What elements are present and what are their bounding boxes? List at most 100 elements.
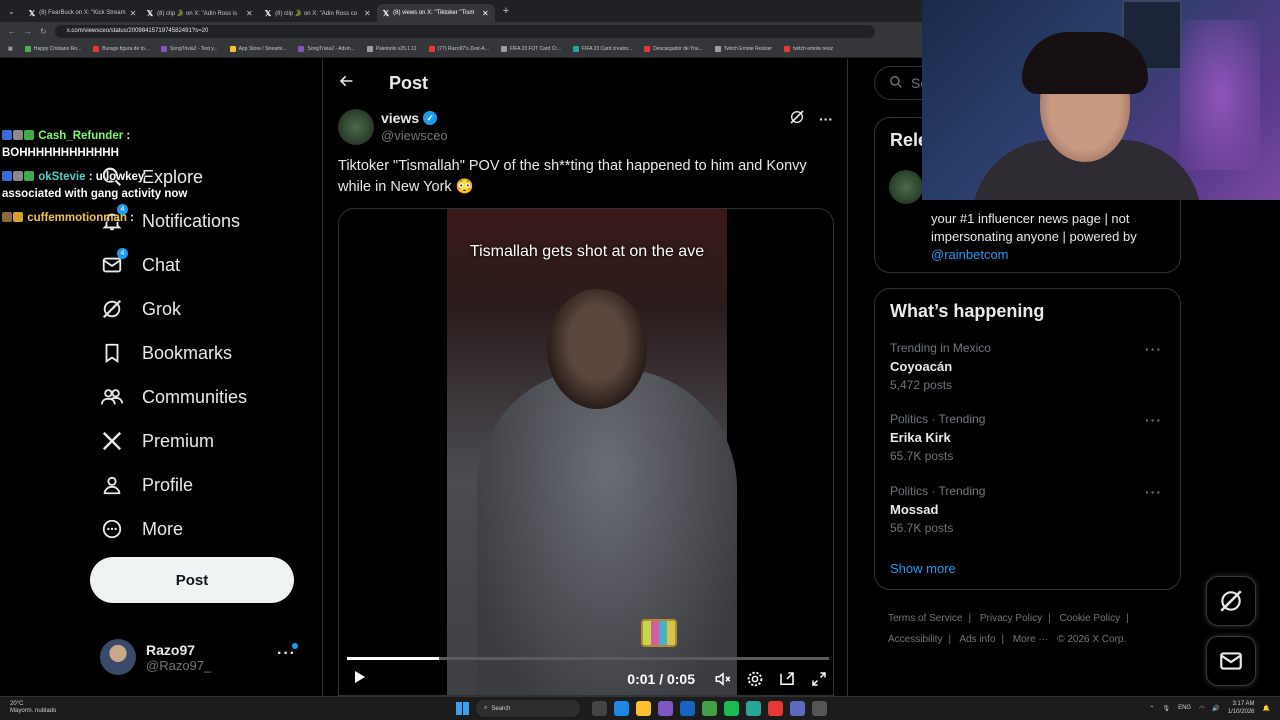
nav-label: Explore <box>142 166 204 187</box>
video-player[interactable]: Tismallah gets shot at on the ave 0:01 /… <box>338 208 834 696</box>
bookmark-item[interactable]: twitch emote resiz <box>784 45 834 52</box>
trend-name: Mossad <box>890 502 939 517</box>
post-button[interactable]: Post <box>90 557 294 603</box>
nav-profile[interactable]: Profile <box>100 465 193 505</box>
windows-taskbar: 20°C Mayorm. nublado ⌕ Search ⌃ 🎙 ENG ◠ … <box>0 696 1280 720</box>
bookmark-item[interactable]: Happy Cristiano Ro... <box>24 45 81 52</box>
wifi-icon[interactable]: ◠ <box>1199 705 1204 712</box>
microphone-icon[interactable]: 🎙 <box>1162 705 1170 712</box>
app-icon[interactable] <box>658 701 673 716</box>
footer-link[interactable]: Accessibility <box>888 634 942 645</box>
windows-start-icon[interactable] <box>456 702 469 715</box>
bookmark-item[interactable]: SongTrivia2 - Test y... <box>160 45 218 52</box>
more-horizontal-icon[interactable]: ··· <box>1145 412 1162 428</box>
nav-more[interactable]: More <box>100 509 183 549</box>
back-icon[interactable]: ← <box>8 27 16 36</box>
more-horizontal-icon[interactable]: ··· <box>1145 484 1162 500</box>
browser-tab-active[interactable]: 𝕏 (8) views on X: "Tiktoker "Tism ✕ <box>376 4 495 22</box>
bookmark-item[interactable]: SongTrivia2 - Advin... <box>298 45 355 52</box>
browser-tab[interactable]: 𝕏 (8) clip 🐊 on X: "Adin Ross co ✕ <box>259 4 377 22</box>
trend-item[interactable]: Politics · Trending Erika Kirk 65.7K pos… <box>890 412 1170 463</box>
whats-happening-card: What’s happening Trending in Mexico Coyo… <box>874 288 1181 590</box>
browser-tab[interactable]: 𝕏 (8) clip 🐊 on X: "Adin Ross is ✕ <box>141 4 259 22</box>
bookmark-item[interactable]: App Store / Streami... <box>229 45 286 52</box>
bookmark-item[interactable]: (77) Razo97's Zest-A... <box>428 45 489 52</box>
app-icon[interactable] <box>812 701 827 716</box>
language-indicator[interactable]: ENG <box>1178 705 1191 711</box>
more-horizontal-icon[interactable]: ··· <box>277 645 296 663</box>
trend-item[interactable]: Politics · Trending Mossad 56.7K posts ·… <box>890 484 1170 535</box>
author-handle[interactable]: @viewsceo <box>381 128 448 143</box>
chevron-up-icon[interactable]: ⌃ <box>1149 705 1154 712</box>
bookmark-label: twitch emote resiz <box>793 45 834 52</box>
nav-chat[interactable]: 4 Chat <box>100 245 180 285</box>
bookmark-item[interactable]: Burago figura de to... <box>93 45 149 52</box>
bookmark-item[interactable]: FIFA 23 FUT Card Cr... <box>500 45 561 52</box>
footer-link[interactable]: More ··· <box>1013 634 1049 645</box>
footer-link[interactable]: Privacy Policy <box>980 613 1042 624</box>
forward-icon[interactable]: → <box>24 27 32 36</box>
volume-icon[interactable]: 🔊 <box>1212 705 1219 712</box>
footer-link[interactable]: Terms of Service <box>888 613 962 624</box>
video-person-head <box>547 289 647 409</box>
more-horizontal-icon[interactable]: ··· <box>819 111 833 127</box>
whats-happening-title: What’s happening <box>890 301 1045 321</box>
close-tab-icon[interactable]: ✕ <box>364 9 371 18</box>
settings-gear-icon[interactable] <box>739 670 771 688</box>
tab-search-icon[interactable]: ⌄ <box>0 7 23 16</box>
bookmark-icon <box>100 341 124 365</box>
nav-bookmarks[interactable]: Bookmarks <box>100 333 232 373</box>
bookmark-item[interactable]: Paletools v25.1.11 <box>366 45 417 52</box>
trend-item[interactable]: Trending in Mexico Coyoacán 5,472 posts … <box>890 341 1170 392</box>
author-name-row[interactable]: views ✓ <box>381 110 438 126</box>
account-switcher[interactable]: Razo97 @Razo97_ ··· <box>100 637 310 677</box>
bookmark-item[interactable]: Descargador de You... <box>644 45 703 52</box>
author-avatar[interactable] <box>338 109 374 145</box>
close-tab-icon[interactable]: ✕ <box>130 9 137 18</box>
clock[interactable]: 3:17 AM 1/10/2026 <box>1228 700 1255 716</box>
weather-widget[interactable]: 20°C Mayorm. nublado <box>10 701 56 715</box>
new-tab-button[interactable]: + <box>495 5 517 17</box>
play-icon[interactable] <box>351 669 367 690</box>
grok-fab-button[interactable] <box>1206 576 1256 626</box>
footer-link[interactable]: Ads info <box>959 634 995 645</box>
grok-icon[interactable] <box>789 109 805 128</box>
app-icon[interactable] <box>746 701 761 716</box>
music-icon[interactable] <box>768 701 783 716</box>
footer-link[interactable]: Cookie Policy <box>1060 613 1121 624</box>
bookmark-label: SongTrivia2 - Advin... <box>307 45 355 52</box>
store-icon[interactable] <box>680 701 695 716</box>
taskbar-search[interactable]: ⌕ Search <box>476 700 580 717</box>
bookmark-item[interactable]: Twitch Emote Resizer <box>714 45 772 52</box>
chat-badge-icon <box>13 130 23 140</box>
relevant-bio-link[interactable]: @rainbetcom <box>931 247 1009 262</box>
back-arrow-icon[interactable] <box>339 73 359 94</box>
video-progress-bar[interactable] <box>347 657 829 660</box>
nav-grok[interactable]: Grok <box>100 289 181 329</box>
fullscreen-icon[interactable] <box>803 670 833 688</box>
edge-icon[interactable] <box>614 701 629 716</box>
picture-in-picture-icon[interactable] <box>771 670 803 688</box>
notifications-bell-icon[interactable]: 🔔 <box>1263 705 1270 712</box>
bookmark-item[interactable]: FIFA 23 Card creator... <box>572 45 632 52</box>
close-tab-icon[interactable]: ✕ <box>246 9 253 18</box>
post-text: Tiktoker "Tismallah" POV of the sh**ting… <box>338 158 807 195</box>
url-field[interactable]: x.com/viewsceo/status/200984157197458249… <box>54 24 875 38</box>
relevant-avatar[interactable] <box>889 170 923 204</box>
apps-grid-icon[interactable]: ▦ <box>8 46 13 52</box>
close-tab-icon[interactable]: ✕ <box>482 9 489 18</box>
browser-tab[interactable]: 𝕏 (8) FearBuck on X: "Kick Stream ✕ <box>23 4 141 22</box>
more-horizontal-icon[interactable]: ··· <box>1145 341 1162 357</box>
spotify-icon[interactable] <box>724 701 739 716</box>
trend-name: Coyoacán <box>890 359 953 374</box>
chrome-icon[interactable] <box>702 701 717 716</box>
mute-icon[interactable] <box>707 670 739 688</box>
task-view-icon[interactable] <box>592 701 607 716</box>
nav-premium[interactable]: Premium <box>100 421 214 461</box>
messages-fab-button[interactable] <box>1206 636 1256 686</box>
nav-communities[interactable]: Communities <box>100 377 247 417</box>
reload-icon[interactable]: ↻ <box>40 27 47 36</box>
file-explorer-icon[interactable] <box>636 701 651 716</box>
show-more-link[interactable]: Show more <box>890 561 956 576</box>
discord-icon[interactable] <box>790 701 805 716</box>
